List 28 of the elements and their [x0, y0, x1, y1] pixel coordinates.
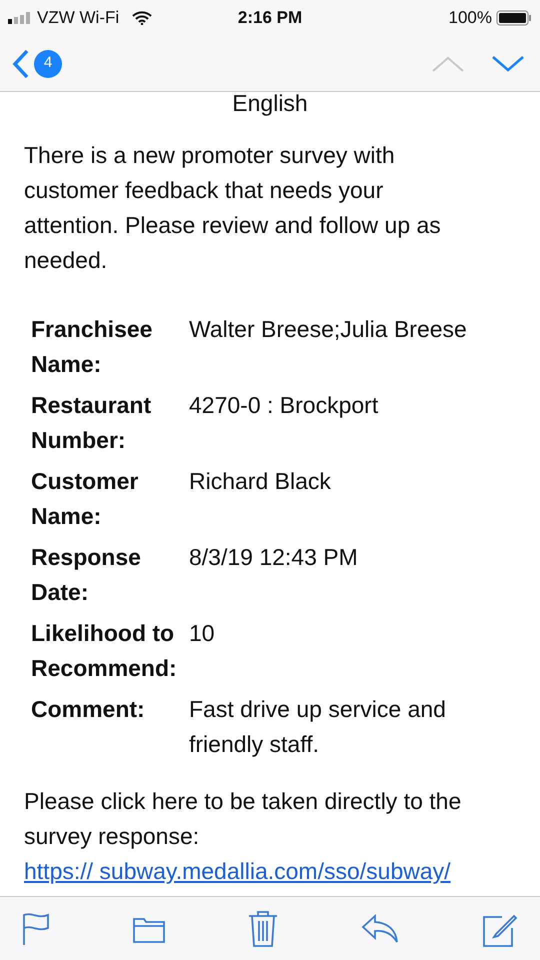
- reply-icon[interactable]: [361, 914, 399, 944]
- wifi-icon: [132, 11, 152, 25]
- trash-icon[interactable]: [248, 910, 278, 948]
- flag-icon[interactable]: [22, 912, 50, 946]
- field-value: 4270-0 : Brockport: [189, 391, 380, 420]
- field-label: Franchisee Name:: [31, 315, 154, 379]
- signal-icon: [8, 12, 32, 24]
- section-heading: English: [232, 92, 308, 114]
- field-value: 10: [189, 619, 216, 648]
- battery-percent: 100%: [448, 7, 492, 30]
- battery-icon: [496, 10, 532, 26]
- survey-link-text: Please click here to be taken directly to the survey response:: [24, 787, 462, 851]
- back-button[interactable]: 4: [12, 48, 62, 78]
- field-value: Walter Breese;Julia Breese: [189, 315, 468, 344]
- clock-time: 2:16 PM: [238, 7, 302, 30]
- field-value: Fast drive up service and friendly staff.: [189, 695, 447, 759]
- field-value: 8/3/19 12:43 PM: [189, 543, 359, 572]
- field-label: Customer Name:: [31, 467, 140, 531]
- carrier-name: VZW Wi-Fi: [37, 7, 120, 30]
- unread-count-badge: 4: [34, 50, 62, 78]
- field-value: Richard Black: [189, 467, 332, 496]
- survey-link[interactable]: https:// subway.medallia.com/sso/subway/: [24, 854, 504, 889]
- email-intro: There is a new promoter survey with customer feedback that needs your attention. Please review and follow up as needed.: [24, 141, 442, 275]
- field-label: Restaurant Number:: [31, 391, 152, 455]
- field-label: Comment:: [31, 695, 146, 724]
- field-label: Response Date:: [31, 543, 142, 607]
- back-chevron-icon: [12, 48, 30, 78]
- field-label: Likelihood to Recommend:: [31, 619, 178, 683]
